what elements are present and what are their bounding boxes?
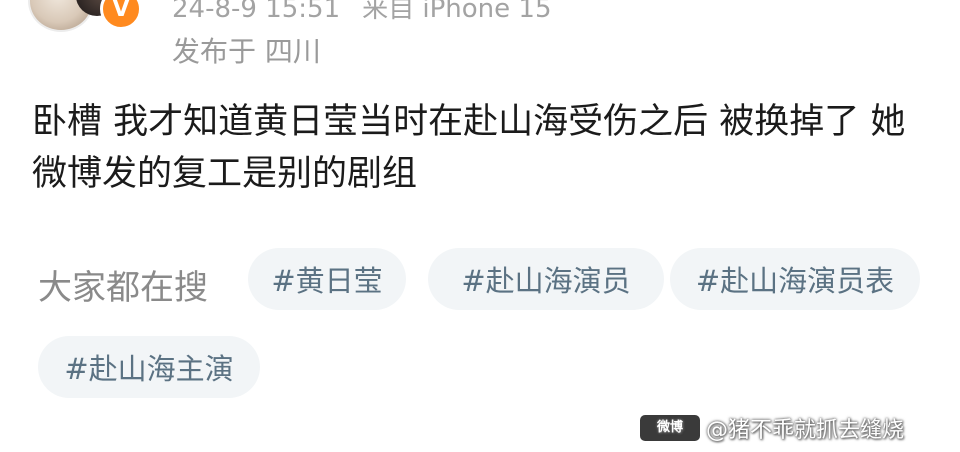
weibo-logo-icon: 微博: [640, 415, 700, 441]
trending-tag[interactable]: #黄日莹: [248, 248, 406, 310]
watermark-text: @猪不乖就抓去缝烧: [706, 418, 905, 443]
post-location: 发布于 四川: [172, 35, 321, 68]
trending-label: 大家都在搜: [38, 268, 208, 308]
trending-tag[interactable]: #赴山海演员: [428, 248, 664, 310]
watermark: 微博 @猪不乖就抓去缝烧: [640, 412, 904, 444]
trending-tag[interactable]: #赴山海演员表: [670, 248, 920, 310]
post-source: 来自 iPhone 15: [362, 0, 552, 24]
trending-tag[interactable]: #赴山海主演: [38, 336, 260, 398]
post-meta: 24-8-9 15:51 来自 iPhone 15: [172, 0, 552, 25]
post-timestamp: 24-8-9 15:51: [172, 0, 341, 24]
post-content: 卧槽 我才知道黄日莹当时在赴山海受伤之后 被换掉了 她微博发的复工是别的剧组: [32, 102, 906, 194]
